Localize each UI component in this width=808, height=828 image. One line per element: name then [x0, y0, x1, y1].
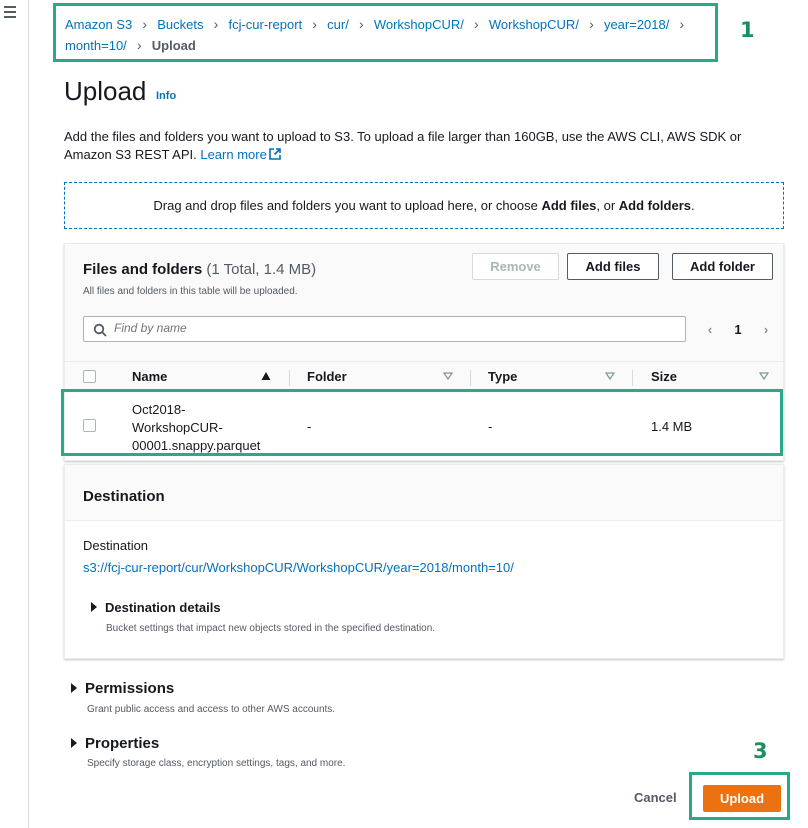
previous-page-icon[interactable]: ‹ [703, 322, 717, 337]
search-field[interactable] [83, 316, 686, 342]
dropzone-text: Drag and drop files and folders you want… [153, 198, 695, 213]
caret-right-icon [71, 738, 77, 748]
upload-button[interactable]: Upload [703, 785, 781, 812]
properties-subtitle: Specify storage class, encryption settin… [87, 758, 346, 769]
destination-details-title: Destination details [105, 600, 221, 615]
breadcrumb-item-buckets[interactable]: Buckets [157, 17, 203, 32]
column-divider [470, 370, 471, 386]
column-divider [632, 370, 633, 386]
next-page-icon[interactable]: › [759, 322, 773, 337]
column-header-name[interactable]: Name [132, 369, 167, 384]
annotation-highlight-upload: Upload [689, 772, 790, 820]
remove-button[interactable]: Remove [472, 253, 559, 280]
caret-right-icon [71, 683, 77, 693]
breadcrumb-item-workshopcur-1[interactable]: WorkshopCUR/ [374, 17, 464, 32]
destination-panel: Destination Destination s3://fcj-cur-rep… [64, 464, 784, 659]
files-and-folders-panel: Files and folders (1 Total, 1.4 MB) All … [64, 243, 784, 461]
annotation-marker-1: 1 [740, 18, 755, 42]
column-header-type[interactable]: Type [488, 369, 517, 384]
breadcrumb-item-cur[interactable]: cur/ [327, 17, 349, 32]
breadcrumb-item-year[interactable]: year=2018/ [604, 17, 669, 32]
sort-icon[interactable] [605, 371, 615, 381]
permissions-title: Permissions [85, 680, 175, 697]
file-size-cell: 1.4 MB [651, 419, 693, 434]
destination-header: Destination [65, 465, 783, 521]
chevron-right-icon: › [136, 37, 142, 53]
add-files-button[interactable]: Add files [567, 253, 659, 280]
file-type-cell: - [488, 419, 493, 434]
info-link[interactable]: Info [156, 90, 176, 102]
page-description: Add the files and folders you want to up… [64, 128, 784, 164]
destination-label: Destination [83, 538, 149, 553]
add-folder-button[interactable]: Add folder [672, 253, 773, 280]
upload-dropzone[interactable]: Drag and drop files and folders you want… [64, 182, 784, 229]
table-header: Name Folder Type Size [65, 361, 783, 391]
properties-toggle[interactable]: Properties [71, 735, 159, 752]
properties-title: Properties [85, 735, 160, 752]
chevron-right-icon: › [474, 16, 479, 32]
files-count: (1 Total, 1.4 MB) [206, 261, 317, 278]
column-header-size[interactable]: Size [651, 369, 677, 384]
select-all-checkbox[interactable] [83, 370, 96, 383]
files-panel-title: Files and folders (1 Total, 1.4 MB) [83, 261, 317, 278]
chevron-right-icon: › [142, 16, 148, 32]
destination-title: Destination [83, 488, 165, 505]
breadcrumb-current: Upload [151, 38, 196, 53]
chevron-right-icon: › [589, 16, 594, 32]
breadcrumb: Amazon S3 › Buckets › fcj-cur-report › cur/ › Wo… [53, 3, 718, 62]
learn-more-link[interactable]: Learn more [200, 147, 281, 162]
column-divider [289, 370, 290, 386]
chevron-right-icon: › [312, 16, 317, 32]
destination-details-subtitle: Bucket settings that impact new objects … [106, 623, 436, 634]
breadcrumb-item-amazon-s3[interactable]: Amazon S3 [65, 17, 132, 32]
menu-icon[interactable] [4, 6, 16, 18]
destination-path-link[interactable]: s3://fcj-cur-report/cur/WorkshopCUR/Work… [83, 560, 514, 575]
left-nav-rail [0, 0, 29, 828]
description-text: Add the files and folders you want to up… [64, 129, 742, 162]
file-name-cell: Oct2018- WorkshopCUR- 00001.snappy.parqu… [132, 402, 261, 453]
caret-right-icon [91, 602, 97, 612]
search-icon [93, 323, 107, 337]
chevron-right-icon: › [679, 16, 685, 32]
chevron-right-icon: › [213, 16, 219, 32]
search-input[interactable] [114, 321, 674, 335]
page-title: Upload [64, 76, 147, 106]
breadcrumb-item-workshopcur-2[interactable]: WorkshopCUR/ [489, 17, 579, 32]
external-link-icon [269, 148, 281, 160]
sort-ascending-icon[interactable] [261, 371, 271, 381]
learn-more-label: Learn more [200, 147, 267, 162]
annotation-marker-3: 3 [753, 739, 768, 763]
row-checkbox[interactable] [83, 419, 96, 432]
pagination: ‹ 1 › [703, 320, 773, 338]
file-folder-cell: - [307, 419, 312, 434]
breadcrumb-item-bucket[interactable]: fcj-cur-report [228, 17, 302, 32]
breadcrumb-item-month[interactable]: month=10/ [65, 38, 127, 53]
permissions-toggle[interactable]: Permissions [71, 680, 174, 697]
chevron-right-icon: › [358, 16, 364, 32]
table-row[interactable]: Oct2018- WorkshopCUR- 00001.snappy.parqu… [65, 394, 783, 460]
cancel-button[interactable]: Cancel [634, 790, 677, 805]
sort-icon[interactable] [443, 371, 453, 381]
sort-icon[interactable] [759, 371, 769, 381]
destination-details-toggle[interactable]: Destination details [91, 600, 221, 615]
current-page-number[interactable]: 1 [734, 322, 741, 337]
column-header-folder[interactable]: Folder [307, 369, 347, 384]
permissions-subtitle: Grant public access and access to other … [87, 704, 336, 715]
files-panel-subtitle: All files and folders in this table will… [83, 286, 298, 297]
